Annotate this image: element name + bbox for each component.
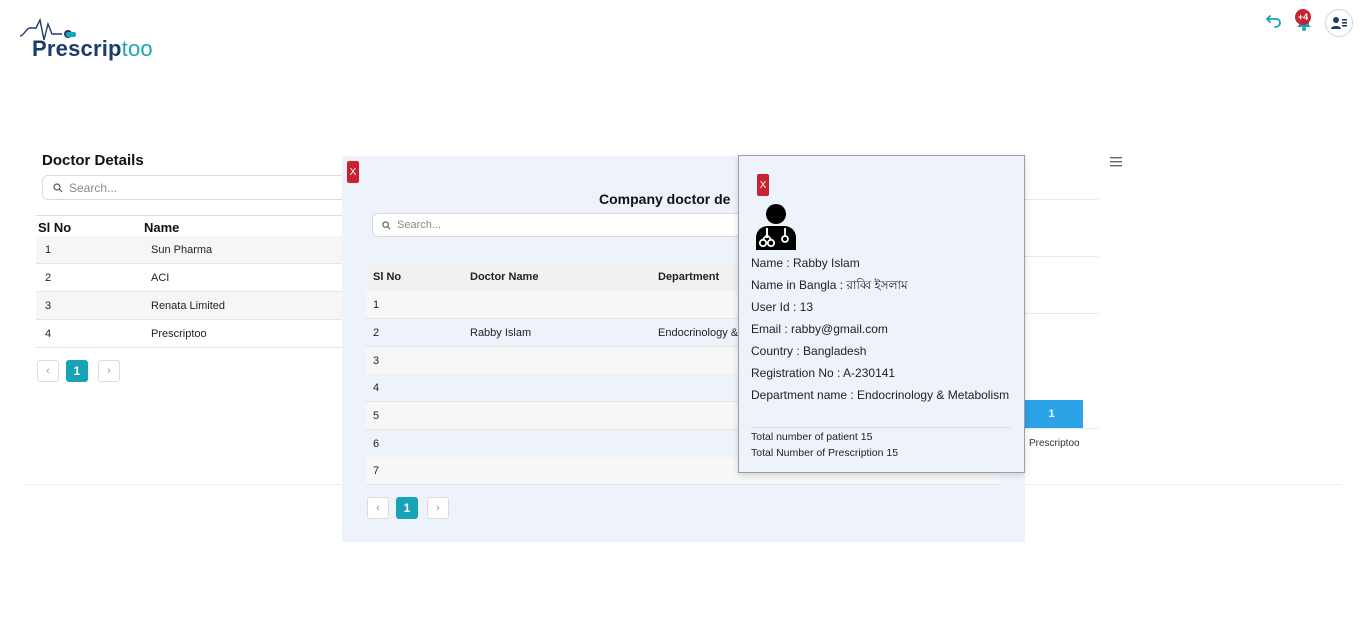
doctor-search-input[interactable]: Search... bbox=[42, 175, 346, 200]
row-sl: 2 bbox=[373, 326, 380, 339]
chart-bar-label: Prescriptoo bbox=[1029, 438, 1080, 449]
row-sl: 4 bbox=[373, 381, 380, 394]
menu-icon[interactable] bbox=[1110, 154, 1122, 172]
doctor-details-title: Doctor Details bbox=[42, 152, 144, 169]
doctor-department: Department name : Endocrinology & Metabo… bbox=[751, 388, 1010, 402]
search-icon bbox=[53, 182, 63, 192]
search-placeholder: Search... bbox=[69, 180, 118, 195]
row-name: Prescriptoo bbox=[151, 327, 207, 340]
pagination-prev-button[interactable]: ‹ bbox=[37, 360, 59, 382]
pagination-page-button[interactable]: 1 bbox=[66, 360, 88, 382]
doctor-name-bangla: Name in Bangla : রাব্বি ইসলাম bbox=[751, 278, 908, 292]
table-divider bbox=[36, 215, 346, 216]
row-sl: 4 bbox=[45, 327, 52, 340]
pagination-page-button[interactable]: 1 bbox=[396, 497, 418, 519]
row-sl: 1 bbox=[45, 243, 52, 256]
doctor-avatar-icon bbox=[752, 202, 800, 255]
search-placeholder: Search... bbox=[397, 219, 442, 231]
row-name: Sun Pharma bbox=[151, 243, 213, 256]
row-sl: 3 bbox=[45, 299, 52, 312]
total-patients: Total number of patient 15 bbox=[751, 431, 873, 443]
row-name: ACI bbox=[151, 271, 170, 284]
col-header-department: Department bbox=[658, 271, 720, 283]
table-row[interactable]: 3 Renata Limited bbox=[36, 292, 346, 320]
pagination-prev-button[interactable]: ‹ bbox=[367, 497, 389, 519]
doctor-email: Email : rabby@gmail.com bbox=[751, 322, 888, 336]
user-profile-button[interactable] bbox=[1325, 9, 1353, 37]
doctor-registration: Registration No : A-230141 bbox=[751, 366, 896, 380]
company-modal-title: Company doctor de bbox=[599, 191, 731, 207]
doctor-name: Name : Rabby Islam bbox=[751, 256, 860, 270]
row-doctor-name: Rabby Islam bbox=[470, 326, 532, 339]
doctor-user-id: User Id : 13 bbox=[751, 300, 814, 314]
chart-gridline bbox=[1024, 428, 1098, 429]
col-header-sl: Sl No bbox=[38, 220, 72, 235]
total-prescriptions: Total Number of Prescription 15 bbox=[751, 447, 899, 459]
chart-gridline bbox=[1024, 256, 1098, 257]
row-department: Endocrinology & bbox=[658, 326, 739, 339]
notification-badge: +4 bbox=[1295, 9, 1311, 25]
chart-gridline bbox=[1024, 199, 1098, 200]
col-header-sl: Sl No bbox=[373, 271, 402, 283]
chart-bar: 1 bbox=[1020, 400, 1083, 428]
row-sl: 7 bbox=[373, 464, 380, 477]
logo-text: Prescriptoo bbox=[32, 36, 153, 62]
row-sl: 2 bbox=[45, 271, 52, 284]
table-row[interactable]: 1 Sun Pharma bbox=[36, 236, 346, 264]
company-modal-close-button[interactable]: X bbox=[347, 161, 359, 183]
doctor-country: Country : Bangladesh bbox=[751, 344, 867, 358]
pagination-next-button[interactable]: › bbox=[98, 360, 120, 382]
user-card-icon bbox=[1331, 17, 1347, 29]
col-header-name: Name bbox=[144, 220, 180, 235]
logo-accent-text: too bbox=[121, 36, 153, 61]
doctor-popup-close-button[interactable]: X bbox=[757, 174, 769, 196]
col-header-doctor-name: Doctor Name bbox=[470, 271, 539, 283]
row-sl: 3 bbox=[373, 354, 380, 367]
row-sl: 6 bbox=[373, 437, 380, 450]
table-row[interactable]: 4 Prescriptoo bbox=[36, 320, 346, 348]
popup-divider bbox=[751, 427, 1011, 428]
back-icon[interactable] bbox=[1264, 10, 1284, 35]
table-row[interactable]: 2 ACI bbox=[36, 264, 346, 292]
logo-main-text: Prescrip bbox=[32, 36, 122, 61]
pagination-next-button[interactable]: › bbox=[427, 497, 449, 519]
company-search-input[interactable]: Search... bbox=[372, 213, 742, 237]
row-name: Renata Limited bbox=[151, 299, 225, 312]
chart-gridline bbox=[1024, 313, 1098, 314]
row-sl: 1 bbox=[373, 298, 380, 311]
search-icon bbox=[382, 220, 391, 229]
row-sl: 5 bbox=[373, 409, 380, 422]
